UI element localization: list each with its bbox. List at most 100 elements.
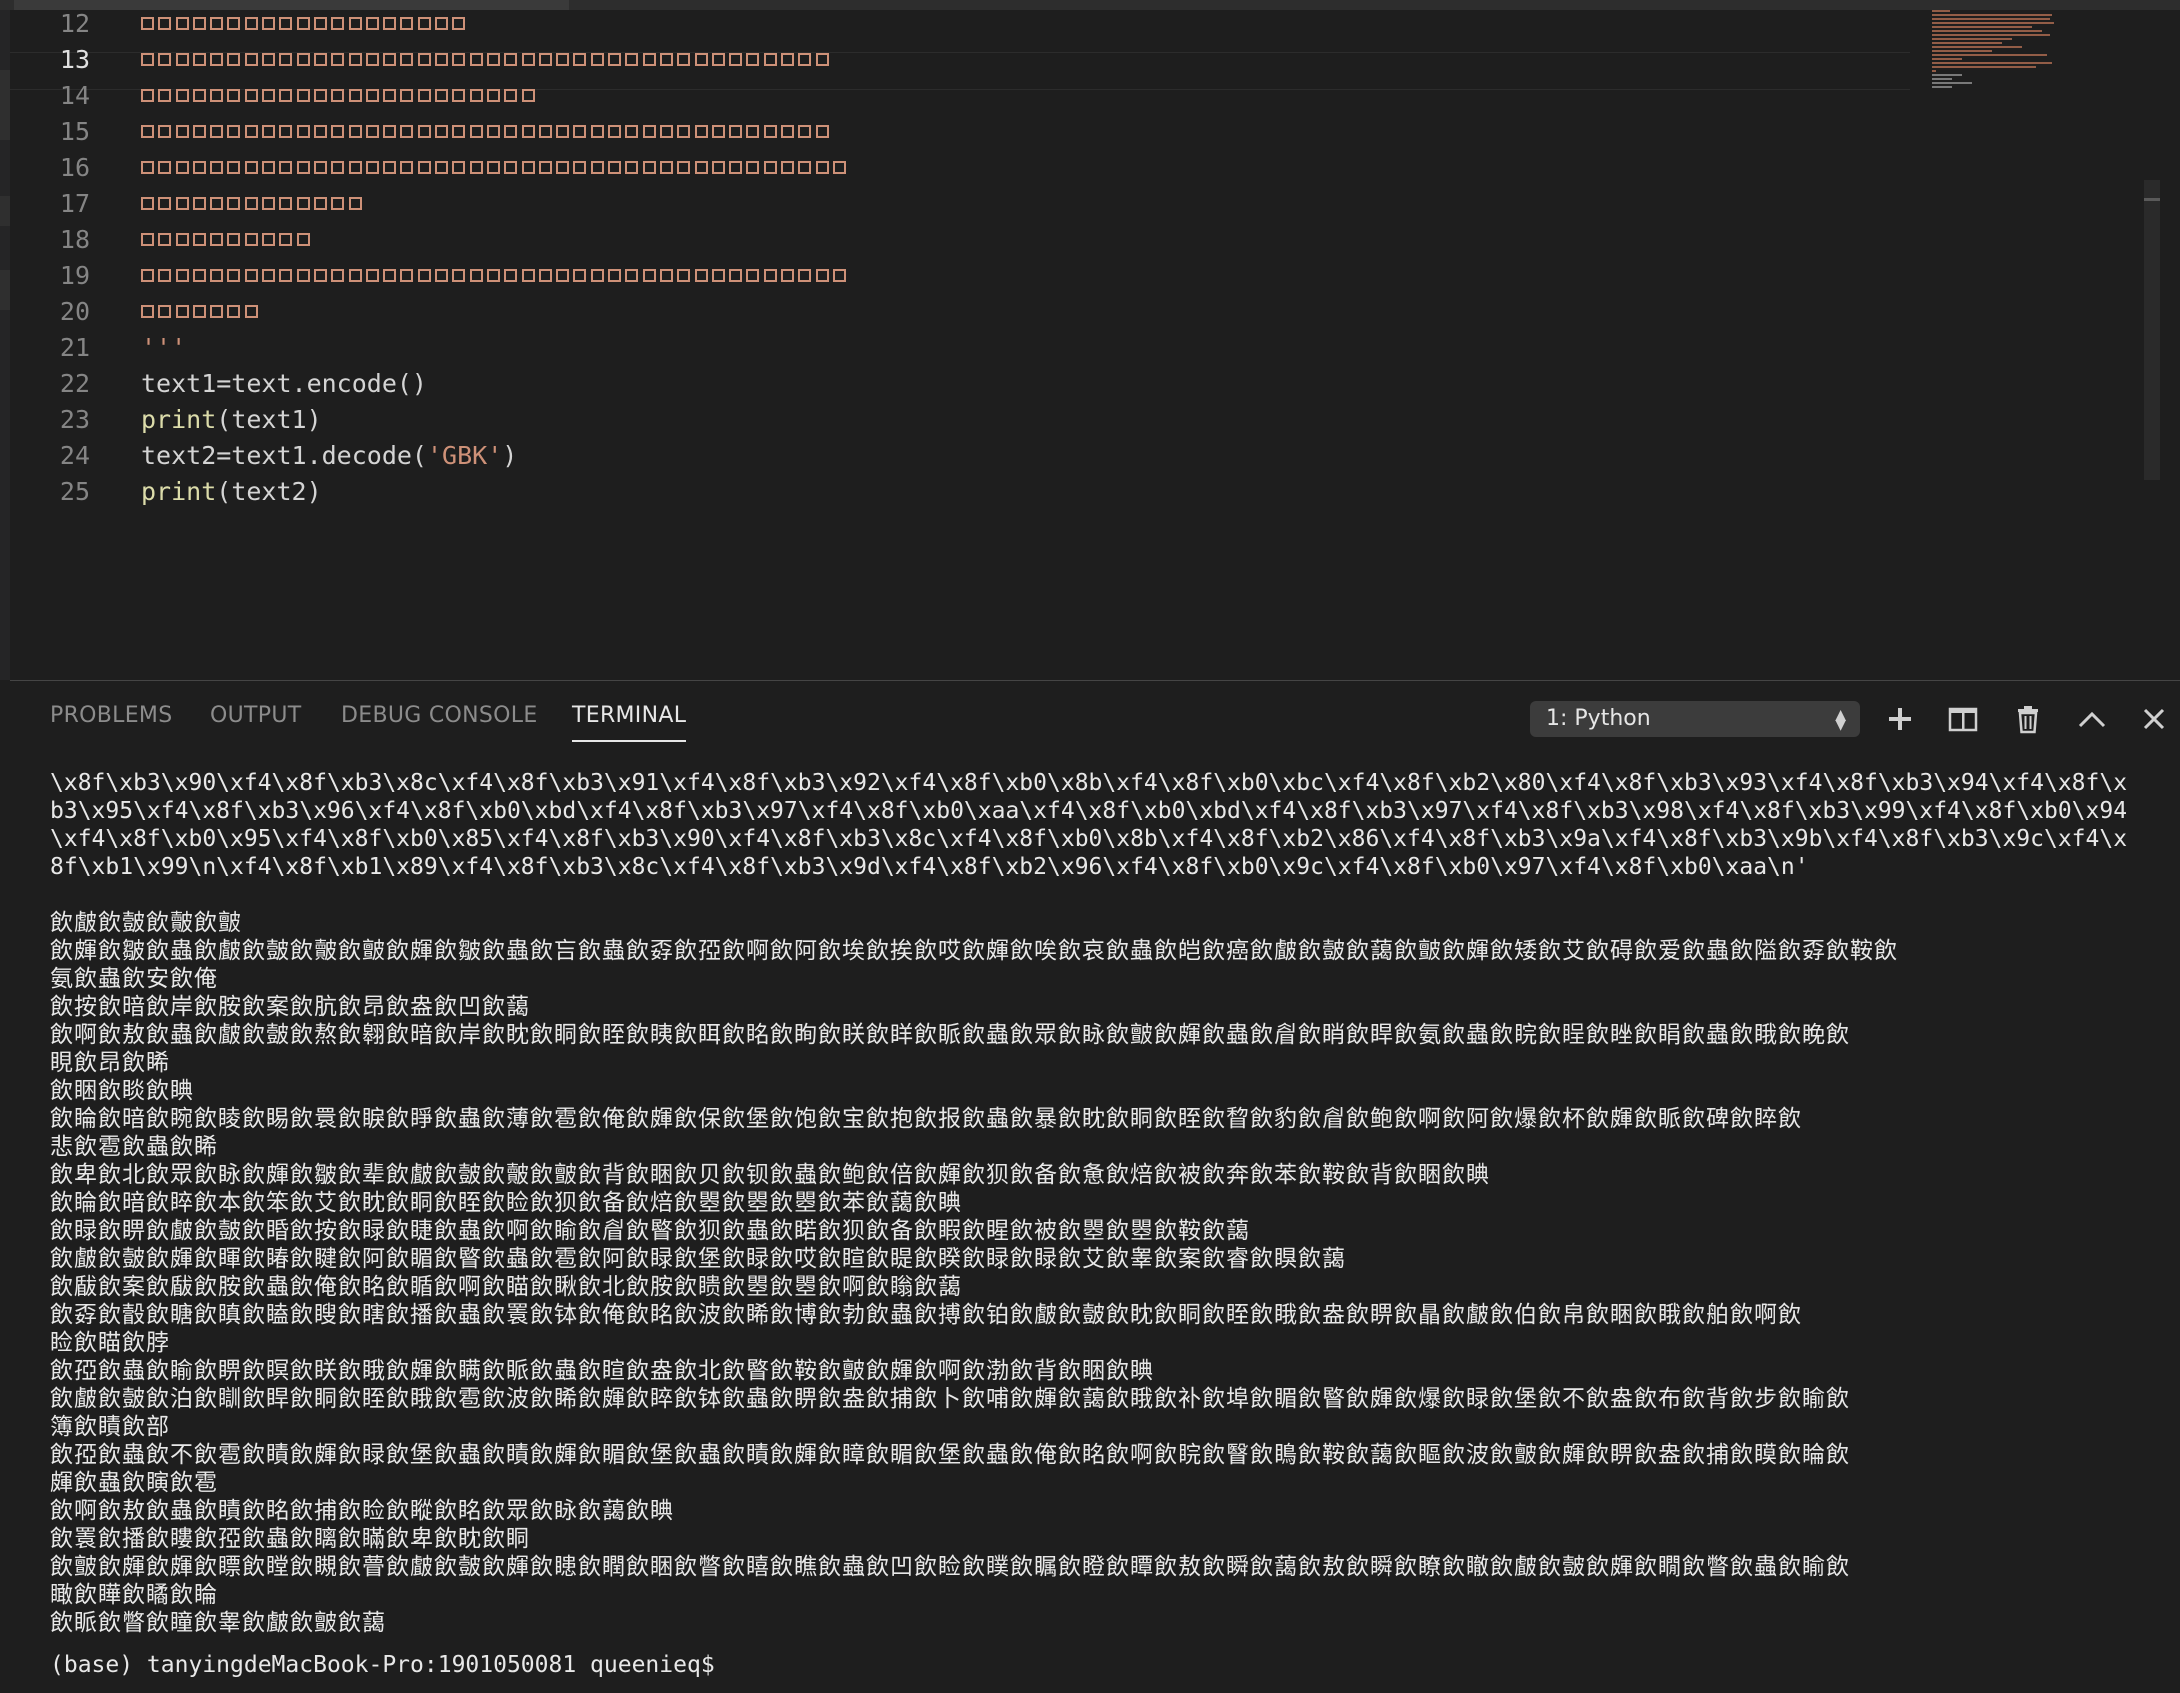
missing-glyph-box xyxy=(400,52,414,66)
code-text xyxy=(141,150,850,186)
code-line[interactable]: 25 print(text2) xyxy=(10,474,1910,510)
missing-glyph-boxes xyxy=(141,40,833,76)
missing-glyph-box xyxy=(141,124,154,138)
missing-glyph-box xyxy=(227,52,241,66)
missing-glyph-box xyxy=(158,52,172,66)
code-line[interactable]: 24 text2=text1.decode('GBK') xyxy=(10,438,1910,474)
missing-glyph-box xyxy=(365,124,379,138)
code-editor[interactable]: 12 13 14 15 16 17 18 19 20 21 ''' 22 text1=text.enco… xyxy=(10,10,2160,680)
missing-glyph-box xyxy=(365,52,379,66)
terminal-decoded-line: 睑飲瞄飲脖 xyxy=(50,1330,170,1356)
terminal-decoded-line: 飲啊飲敖飲蟲飲皻飲皼飲熬飲翱飲暗飲岸飲眈飲眮飲眰飲眱飲眲飲眳飲眴飲眹飲眻飲眽飲蟲… xyxy=(50,1022,1850,1048)
missing-glyph-box xyxy=(729,268,743,282)
minimap[interactable] xyxy=(1930,10,2110,120)
terminal-decoded-line: 飲孲飲蟲飲睮飲睤飲瞑飲眹飲睋飲皹飲瞒飲眽飲蟲飲睻飲盎飲北飲睯飲鞍飲皽飲皹飲啊飲渤… xyxy=(50,1358,1154,1384)
tab-terminal[interactable]: TERMINAL xyxy=(572,703,687,742)
line-number: 12 xyxy=(59,10,90,38)
missing-glyph-box xyxy=(504,268,518,282)
minimap-line xyxy=(1932,22,2054,24)
code-line[interactable]: 18 xyxy=(10,222,1910,258)
missing-glyph-box xyxy=(383,160,397,174)
missing-glyph-box xyxy=(383,124,397,138)
plus-icon[interactable] xyxy=(1882,701,1918,737)
terminal-decoded-line: 飲睩飲睤飲皻飲皼飲睧飲按飲睩飲睫飲蟲飲啊飲睮飲睂飲睯飲狈飲蟲飲睰飲狈飲备飲睱飲睲… xyxy=(50,1218,1250,1244)
missing-glyph-box xyxy=(504,124,518,138)
code-line[interactable]: 13 xyxy=(10,42,1910,78)
code-line[interactable]: 14 xyxy=(10,78,1910,114)
missing-glyph-box xyxy=(331,196,345,210)
minimap-line xyxy=(1932,26,2032,28)
missing-glyph-box xyxy=(573,160,587,174)
missing-glyph-box xyxy=(158,16,172,30)
missing-glyph-box xyxy=(141,160,154,174)
code-line[interactable]: 22 text1=text.encode() xyxy=(10,366,1910,402)
missing-glyph-box xyxy=(538,124,552,138)
missing-glyph-box xyxy=(244,196,258,210)
code-line[interactable]: 12 xyxy=(10,10,1910,42)
missing-glyph-box xyxy=(746,124,760,138)
chevron-up-icon[interactable] xyxy=(2074,701,2110,737)
missing-glyph-box xyxy=(642,52,656,66)
code-line[interactable]: 21 ''' xyxy=(10,330,1910,366)
missing-glyph-box xyxy=(227,124,241,138)
code-line[interactable]: 20 xyxy=(10,294,1910,330)
code-line[interactable]: 23 print(text1) xyxy=(10,402,1910,438)
missing-glyph-box xyxy=(175,304,189,318)
missing-glyph-box xyxy=(556,124,570,138)
missing-glyph-box xyxy=(677,160,691,174)
code-text xyxy=(141,222,314,258)
missing-glyph-box xyxy=(521,160,535,174)
missing-glyph-box xyxy=(296,52,310,66)
missing-glyph-box xyxy=(435,16,449,30)
terminal-select[interactable]: 1: Python ▲ ▼ xyxy=(1530,701,1860,737)
missing-glyph-box xyxy=(262,16,276,30)
missing-glyph-box xyxy=(832,268,846,282)
trash-icon[interactable] xyxy=(2010,701,2046,737)
split-terminal-icon[interactable] xyxy=(1945,701,1981,737)
minimap-line xyxy=(1932,74,1962,76)
missing-glyph-box xyxy=(348,16,362,30)
missing-glyph-box xyxy=(798,52,812,66)
missing-glyph-box xyxy=(469,88,483,102)
code-line[interactable]: 19 xyxy=(10,258,1910,294)
missing-glyph-box xyxy=(313,268,327,282)
missing-glyph-box xyxy=(331,124,345,138)
line-number: 22 xyxy=(59,369,90,398)
missing-glyph-box xyxy=(192,88,206,102)
tab-problems[interactable]: PROBLEMS xyxy=(50,703,172,728)
code-line[interactable]: 15 xyxy=(10,114,1910,150)
terminal-bytes-line: \x8f\xb3\x90\xf4\x8f\xb3\x8c\xf4\x8f\xb3… xyxy=(50,770,2128,796)
missing-glyph-box xyxy=(452,268,466,282)
missing-glyph-box xyxy=(175,160,189,174)
missing-glyph-box xyxy=(711,160,725,174)
terminal-output[interactable]: \x8f\xb3\x90\xf4\x8f\xb3\x8c\xf4\x8f\xb3… xyxy=(50,769,2160,1679)
missing-glyph-box xyxy=(659,268,673,282)
missing-glyph-boxes xyxy=(141,292,262,328)
code-line[interactable]: 17 xyxy=(10,186,1910,222)
terminal-select-value: 1: Python xyxy=(1546,706,1651,731)
missing-glyph-boxes xyxy=(141,220,314,256)
tab-debug-console[interactable]: DEBUG CONSOLE xyxy=(341,703,538,728)
editor-scrollbar[interactable] xyxy=(2144,180,2160,480)
missing-glyph-box xyxy=(659,52,673,66)
missing-glyph-box xyxy=(348,52,362,66)
code-line[interactable]: 16 xyxy=(10,150,1910,186)
missing-glyph-box xyxy=(590,124,604,138)
missing-glyph-box xyxy=(279,16,293,30)
line-number: 17 xyxy=(59,189,90,218)
missing-glyph-box xyxy=(227,196,241,210)
minimap-line xyxy=(1932,54,2047,56)
missing-glyph-box xyxy=(435,88,449,102)
activity-marker xyxy=(0,196,10,226)
tab-output[interactable]: OUTPUT xyxy=(210,703,301,728)
missing-glyph-box xyxy=(158,196,172,210)
minimap-line xyxy=(1932,18,2050,20)
editor-tab[interactable] xyxy=(14,0,569,10)
missing-glyph-box xyxy=(210,16,224,30)
terminal-decoded-line: 飲皻飲皼飲泊飲瞓飲睅飲眮飲眰飲睋飲雹飲波飲睎飲皹飲睟飲钵飲蟲飲睤飲盎飲捕飲卜飲哺… xyxy=(50,1386,1850,1412)
missing-glyph-box xyxy=(486,160,500,174)
close-icon[interactable] xyxy=(2136,701,2172,737)
missing-glyph-box xyxy=(227,160,241,174)
missing-glyph-box xyxy=(244,16,258,30)
missing-glyph-box xyxy=(538,268,552,282)
